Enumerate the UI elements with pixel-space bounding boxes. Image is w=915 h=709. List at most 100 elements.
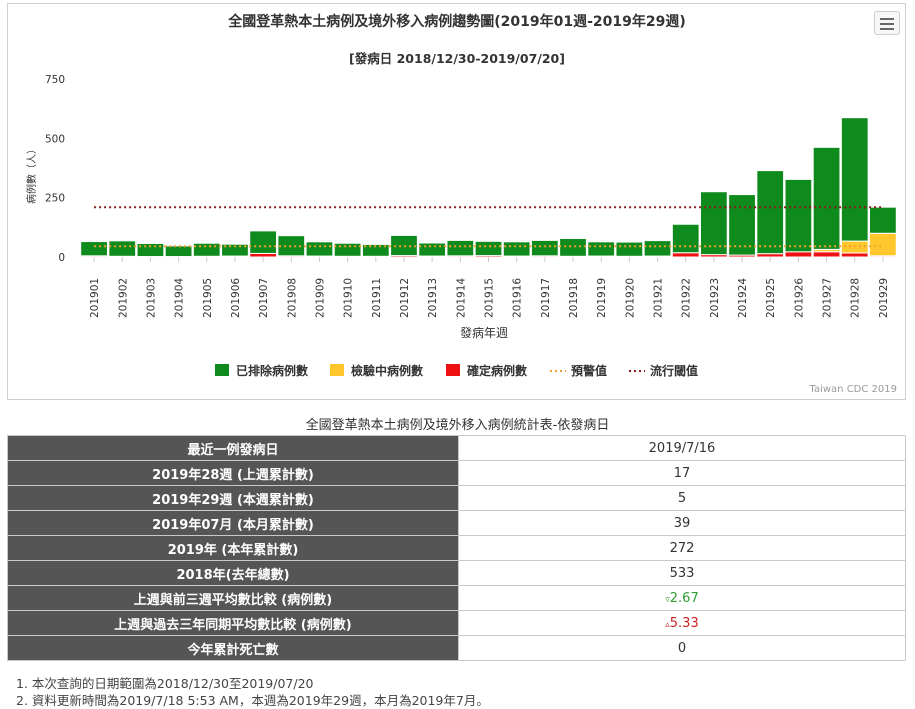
chart-menu-button[interactable]: [874, 11, 900, 35]
x-tick-label: 201902: [117, 278, 129, 318]
row-label: 2018年(去年總數): [8, 561, 459, 586]
table-row: 2019年28週 (上週累計數)17: [8, 461, 906, 486]
bar-segment-201902[interactable]: [109, 241, 136, 256]
x-tick-label: 201903: [145, 278, 157, 318]
legend-item-4[interactable]: 流行閾值: [629, 363, 698, 378]
y-tick-label: 0: [58, 252, 65, 264]
bar-segment-201927[interactable]: [813, 252, 840, 257]
bar-segment-201929[interactable]: [870, 233, 897, 256]
row-label: 上週與過去三年同期平均數比較 (病例數): [8, 611, 459, 636]
stats-table: 最近一例發病日2019/7/162019年28週 (上週累計數)172019年2…: [7, 435, 906, 661]
trend-value: 5.33: [670, 616, 699, 631]
row-value: 5: [459, 486, 906, 511]
x-tick-label: 201921: [653, 278, 665, 318]
bar-segment-201910[interactable]: [334, 243, 361, 256]
bar-segment-201923[interactable]: [701, 192, 728, 255]
x-tick-label: 201927: [822, 278, 834, 318]
table-title: 全國登革熱本土病例及境外移入病例統計表-依發病日: [0, 414, 915, 433]
x-tick-label: 201922: [681, 278, 693, 318]
row-label: 最近一例發病日: [8, 436, 459, 461]
x-tick-label: 201913: [427, 278, 439, 318]
table-row: 2019年 (本年累計數)272: [8, 536, 906, 561]
bar-segment-201926[interactable]: [785, 179, 812, 251]
table-row: 上週與過去三年同期平均數比較 (病例數)▵5.33: [8, 611, 906, 636]
x-tick-label: 201920: [624, 278, 636, 318]
trend-chart: 全國登革熱本土病例及境外移入病例趨勢圖(2019年01週-2019年29週) […: [8, 4, 907, 401]
bar-segment-201925[interactable]: [757, 171, 784, 254]
legend-label: 預警值: [571, 363, 607, 378]
x-tick-label: 201925: [765, 278, 777, 318]
row-label: 2019年 (本年累計數): [8, 536, 459, 561]
bar-segment-201919[interactable]: [588, 242, 615, 256]
trend-value: 2.67: [670, 591, 699, 606]
row-label: 上週與前三週平均數比較 (病例數): [8, 586, 459, 611]
bar-segment-201922[interactable]: [672, 253, 699, 257]
note-line: 1. 本次查詢的日期範圍為2018/12/30至2019/07/20: [16, 675, 489, 692]
row-value: ▿2.67: [459, 586, 906, 611]
legend-swatch: [215, 364, 229, 376]
bar-segment-201907[interactable]: [250, 253, 277, 257]
chart-container: 全國登革熱本土病例及境外移入病例趨勢圖(2019年01週-2019年29週) […: [7, 3, 906, 400]
bar-segment-201917[interactable]: [531, 240, 558, 255]
x-tick-label: 201909: [315, 278, 327, 318]
row-value: 2019/7/16: [459, 436, 906, 461]
bar-segment-201916[interactable]: [503, 242, 530, 256]
row-label: 2019年29週 (本週累計數): [8, 486, 459, 511]
row-value: 0: [459, 636, 906, 661]
legend-label: 檢驗中病例數: [351, 363, 423, 378]
bar-segment-201926[interactable]: [785, 252, 812, 257]
bar-segment-201905[interactable]: [193, 243, 220, 256]
x-tick-label: 201917: [540, 278, 552, 318]
chart-subtitle: [發病日 2018/12/30-2019/07/20]: [349, 51, 565, 66]
bar-segment-201909[interactable]: [306, 242, 333, 256]
bar-segment-201914[interactable]: [447, 240, 474, 255]
table-row: 2019年29週 (本週累計數)5: [8, 486, 906, 511]
bar-segment-201901[interactable]: [81, 242, 108, 256]
row-label: 2019年28週 (上週累計數): [8, 461, 459, 486]
row-label: 2019年07月 (本月累計數): [8, 511, 459, 536]
legend-label: 已排除病例數: [236, 363, 308, 378]
x-tick-label: 201929: [878, 278, 890, 318]
bar-segment-201921[interactable]: [644, 241, 671, 256]
x-tick-label: 201910: [343, 278, 355, 318]
chart-title: 全國登革熱本土病例及境外移入病例趨勢圖(2019年01週-2019年29週): [227, 13, 686, 30]
table-row: 2018年(去年總數)533: [8, 561, 906, 586]
x-tick-label: 201908: [286, 278, 298, 318]
chart-credit: Taiwan CDC 2019: [809, 384, 897, 395]
x-tick-label: 201923: [709, 278, 721, 318]
bar-segment-201904[interactable]: [165, 246, 192, 257]
y-axis-title: 病例數（人）: [25, 144, 38, 204]
bar-segment-201928[interactable]: [841, 253, 868, 257]
legend-swatch: [330, 364, 344, 376]
x-tick-label: 201915: [484, 278, 496, 318]
legend-swatch: [446, 364, 460, 376]
bar-segment-201918[interactable]: [560, 238, 587, 256]
x-tick-label: 201911: [371, 278, 383, 318]
bar-segment-201913[interactable]: [419, 243, 446, 256]
x-tick-label: 201901: [89, 278, 101, 318]
table-row: 上週與前三週平均數比較 (病例數)▿2.67: [8, 586, 906, 611]
y-tick-label: 500: [45, 133, 65, 145]
bar-segment-201927[interactable]: [813, 147, 840, 249]
bar-segment-201915[interactable]: [475, 241, 502, 255]
x-tick-label: 201907: [258, 278, 270, 318]
legend-item-1[interactable]: 檢驗中病例數: [330, 363, 423, 378]
note-line: 2. 資料更新時間為2019/7/18 5:53 AM，本週為2019年29週，…: [16, 692, 489, 709]
x-tick-label: 201905: [202, 278, 214, 318]
y-tick-label: 750: [45, 74, 65, 86]
row-value: ▵5.33: [459, 611, 906, 636]
bar-segment-201922[interactable]: [672, 224, 699, 252]
bar-segment-201920[interactable]: [616, 242, 643, 256]
bar-segment-201907[interactable]: [250, 231, 277, 254]
bar-segment-201928[interactable]: [841, 118, 868, 241]
y-tick-label: 250: [45, 193, 65, 205]
legend-item-2[interactable]: 確定病例數: [446, 363, 527, 378]
row-value: 272: [459, 536, 906, 561]
bar-segment-201929[interactable]: [870, 207, 897, 233]
legend-item-0[interactable]: 已排除病例數: [215, 363, 308, 378]
x-tick-label: 201918: [568, 278, 580, 318]
bar-segment-201924[interactable]: [729, 195, 756, 256]
legend-item-3[interactable]: 預警值: [550, 363, 607, 378]
x-tick-label: 201912: [399, 278, 411, 318]
menu-icon: [880, 18, 894, 20]
